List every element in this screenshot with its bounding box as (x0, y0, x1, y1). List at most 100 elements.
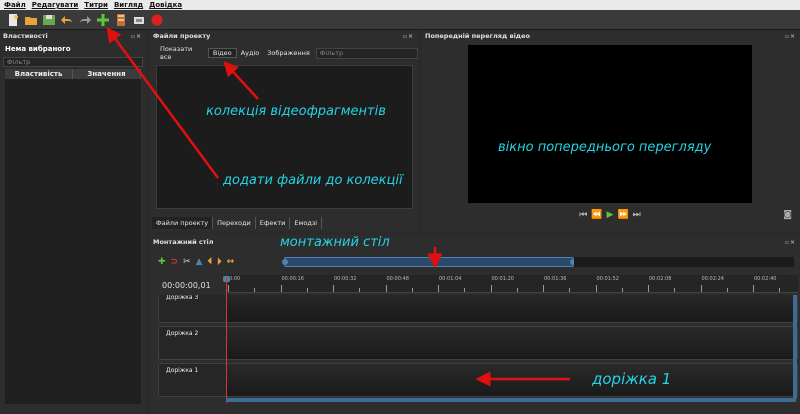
annotation-add-files: додати файли до колекції (223, 173, 403, 188)
track-1[interactable]: Доріжка 1 (158, 363, 798, 397)
razor-scissors-icon[interactable]: ✂ (183, 257, 191, 267)
ruler-tick (595, 285, 597, 292)
ruler-minor-tick (464, 288, 466, 292)
properties-panel: Властивості ▫× Нема вибраного Фільтр Влас… (0, 31, 146, 414)
zoom-slider[interactable] (282, 257, 576, 267)
project-files-panel: Файли проекту ▫× Показати все Відео Аудіо… (150, 31, 418, 231)
export-icon[interactable] (132, 13, 146, 27)
menu-help[interactable]: Довідка (149, 1, 182, 9)
col-value[interactable]: Значення (73, 69, 141, 79)
ruler-tick (490, 285, 492, 292)
ruler-tick (438, 285, 439, 292)
ruler-tick (228, 285, 229, 292)
add-marker-icon[interactable]: ▲ (196, 257, 203, 267)
jump-start-icon[interactable]: ⏮ (579, 210, 587, 220)
timeline-toolbar: ✚ ⊃ ✂ ▲ ⏴ ⏵ ↔ (158, 255, 234, 269)
fast-forward-icon[interactable]: ⏩ (617, 210, 628, 220)
zoom-track[interactable] (574, 257, 794, 267)
menu-view[interactable]: Вигляд (114, 1, 143, 9)
menu-bar: Файл Редагувати Титри Вигляд Довідка (0, 0, 800, 10)
ruler-tick (280, 285, 282, 292)
panel-controls-icon[interactable]: ▫× (785, 33, 800, 40)
track-header: Доріжка 1 (159, 364, 227, 396)
track-lane[interactable] (227, 364, 797, 396)
ruler-minor-tick (569, 288, 571, 292)
ruler-tick-label: 00:01:36 (544, 276, 567, 282)
ruler-tick (753, 285, 754, 292)
properties-filter-input[interactable]: Фільтр (3, 57, 143, 67)
record-icon[interactable] (150, 13, 164, 27)
tab-images[interactable]: Зображення (263, 49, 314, 57)
panel-controls-icon[interactable]: ▫× (785, 239, 800, 246)
video-preview-panel: Попередній перегляд відео ▫× ⏮ ⏪ ▶ ⏩ ⏭ ◙ (422, 31, 800, 231)
panel-controls-icon[interactable]: ▫× (403, 33, 418, 40)
track-2[interactable]: Доріжка 2 (158, 326, 798, 360)
open-project-icon[interactable] (24, 13, 38, 27)
add-track-icon[interactable] (114, 13, 128, 27)
annotation-track: доріжка 1 (592, 370, 672, 388)
annotation-timeline: монтажний стіл (280, 235, 390, 250)
tab-emoji[interactable]: Емодзі (290, 217, 323, 229)
bottom-tabs: Файли проекту Переходи Ефекти Емодзі (152, 217, 323, 229)
horizontal-scrollbar[interactable] (226, 398, 796, 402)
timeline-title: Монтажний стіл (153, 238, 214, 246)
camera-icon[interactable]: ◙ (783, 210, 792, 220)
ruler-minor-tick (359, 288, 361, 292)
panel-controls-icon[interactable]: ▫× (131, 33, 146, 40)
add-track-plus-icon[interactable]: ✚ (158, 257, 166, 267)
col-property[interactable]: Властивість (5, 69, 73, 79)
next-marker-icon[interactable]: ⏵ (217, 257, 222, 267)
ruler-tick-label: 0:00 (229, 276, 241, 282)
save-project-icon[interactable] (42, 13, 56, 27)
play-icon[interactable]: ▶ (607, 210, 614, 220)
annotation-clips: колекція відеофрагментів (206, 104, 386, 119)
ruler-tick (333, 285, 334, 292)
tab-show-all[interactable]: Показати все (156, 45, 208, 61)
tab-project-files[interactable]: Файли проекту (152, 217, 214, 229)
snap-magnet-icon[interactable]: ⊃ (171, 257, 179, 267)
tab-transitions[interactable]: Переходи (213, 217, 256, 229)
ruler-tick (648, 285, 649, 292)
playhead-line[interactable] (226, 277, 227, 403)
annotation-preview-window: вікно попереднього перегляду (498, 140, 712, 155)
track-label: Доріжка 1 (166, 367, 199, 374)
timecode-display: 00:00:00,01 (162, 281, 211, 290)
properties-table-header: Властивість Значення (5, 69, 141, 79)
transport-controls: ⏮ ⏪ ▶ ⏩ ⏭ (570, 209, 650, 221)
rewind-icon[interactable]: ⏪ (591, 210, 602, 220)
preview-title: Попередній перегляд відео (425, 32, 530, 40)
ruler-tick (385, 285, 387, 292)
menu-file[interactable]: Файл (4, 1, 26, 9)
ruler-tick-label: 00:00:48 (386, 276, 409, 282)
track-header: Доріжка 3 (159, 295, 227, 322)
tab-video[interactable]: Відео (207, 48, 237, 58)
redo-icon[interactable] (78, 13, 92, 27)
timeline-ruler[interactable]: 0:00 00:00:16 00:00:32 00:00:48 00:01:04 00:0… (228, 275, 798, 293)
properties-table-body (5, 79, 141, 404)
vertical-scrollbar[interactable] (793, 295, 797, 399)
center-playhead-icon[interactable]: ↔ (227, 257, 235, 267)
timeline-panel: Монтажний стіл ▫× ✚ ⊃ ✂ ▲ ⏴ ⏵ ↔ 00:00:00,… (150, 235, 800, 414)
tab-effects[interactable]: Ефекти (256, 217, 291, 229)
ruler-tick-label: 00:02:24 (701, 276, 724, 282)
menu-edit[interactable]: Редагувати (32, 1, 79, 9)
previous-marker-icon[interactable]: ⏴ (208, 257, 213, 267)
menu-titles[interactable]: Титри (84, 1, 108, 9)
ruler-tick-label: 00:01:04 (439, 276, 462, 282)
properties-title: Властивості (3, 32, 48, 40)
tab-audio[interactable]: Аудіо (237, 49, 264, 57)
files-filter-input[interactable]: Фільтр (315, 47, 418, 59)
video-screen[interactable] (468, 45, 752, 203)
ruler-tick-label: 00:01:52 (596, 276, 619, 282)
new-project-icon[interactable] (6, 13, 20, 27)
track-lane[interactable] (227, 327, 797, 359)
main-toolbar (0, 10, 800, 30)
ruler-minor-tick (411, 288, 413, 292)
ruler-tick (543, 285, 544, 292)
ruler-tick-label: 00:02:08 (649, 276, 672, 282)
ruler-tick-label: 00:01:20 (491, 276, 514, 282)
add-file-icon[interactable] (96, 13, 110, 27)
track-lane[interactable] (227, 295, 797, 322)
undo-icon[interactable] (60, 13, 74, 27)
jump-end-icon[interactable]: ⏭ (633, 210, 641, 220)
